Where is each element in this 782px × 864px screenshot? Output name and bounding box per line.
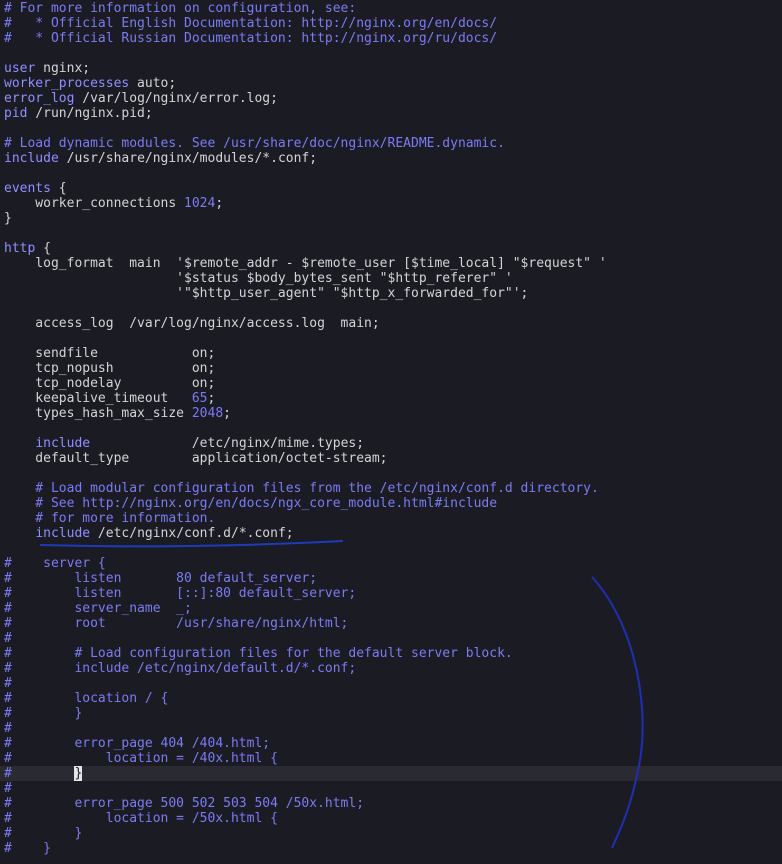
code-line[interactable]: # location = /50x.html { xyxy=(4,811,278,826)
code-line[interactable]: # * Official Russian Documentation: http… xyxy=(4,31,497,46)
code-line[interactable]: # xyxy=(4,631,12,646)
code-line[interactable]: keepalive_timeout 65; xyxy=(4,391,215,406)
code-line[interactable]: types_hash_max_size 2048; xyxy=(4,406,231,421)
code-line[interactable]: # * Official English Documentation: http… xyxy=(4,16,497,31)
code-line[interactable]: include /etc/nginx/mime.types; xyxy=(4,436,364,451)
code-line[interactable]: # Load modular configuration files from … xyxy=(4,481,599,496)
code-line[interactable] xyxy=(4,331,12,346)
pen-annotations xyxy=(39,540,644,849)
code-line[interactable]: # } xyxy=(4,841,51,856)
code-line[interactable]: error_log /var/log/nginx/error.log; xyxy=(4,91,278,106)
code-line[interactable]: '$status $body_bytes_sent "$http_referer… xyxy=(4,271,513,286)
code-line[interactable]: } xyxy=(4,211,12,226)
code-line[interactable]: pid /run/nginx.pid; xyxy=(4,106,153,121)
code-line[interactable]: worker_processes auto; xyxy=(4,76,176,91)
code-line[interactable]: # xyxy=(4,721,12,736)
bracket-annotation xyxy=(591,576,644,849)
code-line[interactable] xyxy=(4,421,12,436)
code-line[interactable]: http { xyxy=(4,241,51,256)
code-line[interactable]: # listen 80 default_server; xyxy=(4,571,317,586)
text-cursor: } xyxy=(74,766,83,781)
underline-annotation xyxy=(39,540,344,548)
code-line[interactable]: # location / { xyxy=(4,691,168,706)
code-line[interactable]: tcp_nodelay on; xyxy=(4,376,215,391)
code-line[interactable]: # include /etc/nginx/default.d/*.conf; xyxy=(4,661,356,676)
text-editor[interactable]: # For more information on configuration,… xyxy=(0,0,782,864)
code-line[interactable]: access_log /var/log/nginx/access.log mai… xyxy=(4,316,379,331)
code-line[interactable]: # error_page 404 /404.html; xyxy=(4,736,270,751)
code-line[interactable] xyxy=(4,121,12,136)
code-line[interactable]: # location = /40x.html { xyxy=(4,751,278,766)
code-line[interactable]: # } xyxy=(4,706,82,721)
code-line[interactable]: events { xyxy=(4,181,67,196)
code-line[interactable] xyxy=(4,301,12,316)
code-line[interactable]: # } xyxy=(0,766,782,781)
code-line[interactable]: # See http://nginx.org/en/docs/ngx_core_… xyxy=(4,496,497,511)
code-line[interactable]: # } xyxy=(4,826,82,841)
code-line[interactable]: # server_name _; xyxy=(4,601,192,616)
code-line[interactable]: # Load dynamic modules. See /usr/share/d… xyxy=(4,136,505,151)
code-line[interactable]: # root /usr/share/nginx/html; xyxy=(4,616,348,631)
code-line[interactable]: # # Load configuration files for the def… xyxy=(4,646,513,661)
code-line[interactable]: # listen [::]:80 default_server; xyxy=(4,586,356,601)
code-line[interactable] xyxy=(4,226,12,241)
code-line[interactable]: # xyxy=(4,781,12,796)
code-line[interactable]: # For more information on configuration,… xyxy=(4,1,356,16)
code-line[interactable] xyxy=(4,466,12,481)
code-line[interactable]: # xyxy=(4,676,12,691)
code-line[interactable] xyxy=(4,166,12,181)
code-line[interactable]: log_format main '$remote_addr - $remote_… xyxy=(4,256,606,271)
code-line[interactable]: '"$http_user_agent" "$http_x_forwarded_f… xyxy=(4,286,528,301)
code-line[interactable]: # error_page 500 502 503 504 /50x.html; xyxy=(4,796,364,811)
code-line[interactable]: worker_connections 1024; xyxy=(4,196,223,211)
code-line[interactable]: # for more information. xyxy=(4,511,215,526)
code-line[interactable]: default_type application/octet-stream; xyxy=(4,451,387,466)
code-line[interactable]: user nginx; xyxy=(4,61,90,76)
code-line[interactable]: # server { xyxy=(4,556,106,571)
code-line[interactable] xyxy=(4,46,12,61)
code-line[interactable] xyxy=(4,541,12,556)
code-line[interactable]: include /etc/nginx/conf.d/*.conf; xyxy=(4,526,293,541)
code-line[interactable]: include /usr/share/nginx/modules/*.conf; xyxy=(4,151,317,166)
code-line[interactable]: sendfile on; xyxy=(4,346,215,361)
code-line[interactable]: tcp_nopush on; xyxy=(4,361,215,376)
